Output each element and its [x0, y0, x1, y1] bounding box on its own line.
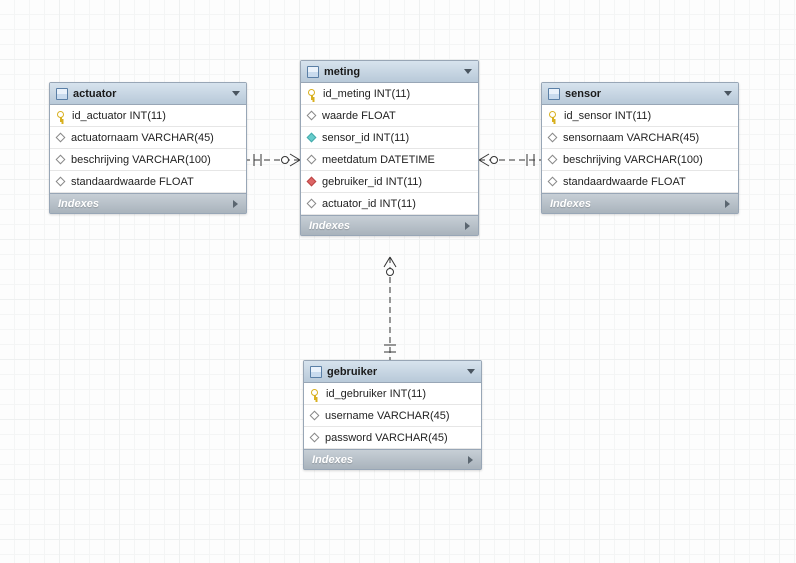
column-icon [307, 177, 317, 187]
table-meting[interactable]: meting id_meting INT(11) waarde FLOAT se… [300, 60, 479, 236]
indexes-label: Indexes [309, 220, 350, 232]
column-icon [310, 433, 320, 443]
column-row[interactable]: meetdatum DATETIME [301, 149, 478, 171]
table-icon [56, 88, 68, 100]
table-icon [307, 66, 319, 78]
table-icon [310, 366, 322, 378]
table-header-gebruiker[interactable]: gebruiker [304, 361, 481, 383]
indexes-label: Indexes [550, 198, 591, 210]
column-icon [310, 411, 320, 421]
column-row[interactable]: password VARCHAR(45) [304, 427, 481, 449]
column-label: username VARCHAR(45) [325, 410, 450, 422]
collapse-icon[interactable] [232, 91, 240, 96]
expand-icon [465, 222, 470, 230]
indexes-label: Indexes [312, 454, 353, 466]
expand-icon [468, 456, 473, 464]
column-row[interactable]: sensornaam VARCHAR(45) [542, 127, 738, 149]
primary-key-icon [56, 111, 66, 121]
column-label: id_actuator INT(11) [72, 110, 166, 122]
column-icon [56, 177, 66, 187]
column-label: standaardwaarde FLOAT [71, 176, 194, 188]
collapse-icon[interactable] [464, 69, 472, 74]
primary-key-icon [310, 389, 320, 399]
indexes-section[interactable]: Indexes [301, 215, 478, 235]
column-label: actuatornaam VARCHAR(45) [71, 132, 214, 144]
collapse-icon[interactable] [724, 91, 732, 96]
collapse-icon[interactable] [467, 369, 475, 374]
table-actuator[interactable]: actuator id_actuator INT(11) actuatornaa… [49, 82, 247, 214]
column-row[interactable]: actuatornaam VARCHAR(45) [50, 127, 246, 149]
column-row[interactable]: beschrijving VARCHAR(100) [542, 149, 738, 171]
column-icon [307, 155, 317, 165]
column-row[interactable]: id_meting INT(11) [301, 83, 478, 105]
column-row[interactable]: id_gebruiker INT(11) [304, 383, 481, 405]
column-row[interactable]: beschrijving VARCHAR(100) [50, 149, 246, 171]
table-header-meting[interactable]: meting [301, 61, 478, 83]
column-label: gebruiker_id INT(11) [322, 176, 422, 188]
column-label: password VARCHAR(45) [325, 432, 448, 444]
column-icon [56, 155, 66, 165]
column-row[interactable]: standaardwaarde FLOAT [50, 171, 246, 193]
column-icon [307, 111, 317, 121]
column-label: sensornaam VARCHAR(45) [563, 132, 699, 144]
column-label: sensor_id INT(11) [322, 132, 409, 144]
table-header-sensor[interactable]: sensor [542, 83, 738, 105]
column-label: id_sensor INT(11) [564, 110, 651, 122]
column-label: waarde FLOAT [322, 110, 396, 122]
column-icon [56, 133, 66, 143]
indexes-label: Indexes [58, 198, 99, 210]
column-row[interactable]: actuator_id INT(11) [301, 193, 478, 215]
table-header-actuator[interactable]: actuator [50, 83, 246, 105]
table-icon [548, 88, 560, 100]
table-title: sensor [565, 88, 724, 100]
primary-key-icon [548, 111, 558, 121]
primary-key-icon [307, 89, 317, 99]
expand-icon [233, 200, 238, 208]
column-icon [548, 177, 558, 187]
column-label: id_gebruiker INT(11) [326, 388, 426, 400]
table-title: meting [324, 66, 464, 78]
column-row[interactable]: waarde FLOAT [301, 105, 478, 127]
column-label: beschrijving VARCHAR(100) [563, 154, 703, 166]
table-sensor[interactable]: sensor id_sensor INT(11) sensornaam VARC… [541, 82, 739, 214]
indexes-section[interactable]: Indexes [304, 449, 481, 469]
column-icon [307, 199, 317, 209]
expand-icon [725, 200, 730, 208]
column-row[interactable]: id_actuator INT(11) [50, 105, 246, 127]
table-title: gebruiker [327, 366, 467, 378]
column-label: beschrijving VARCHAR(100) [71, 154, 211, 166]
column-row[interactable]: gebruiker_id INT(11) [301, 171, 478, 193]
indexes-section[interactable]: Indexes [542, 193, 738, 213]
column-row[interactable]: sensor_id INT(11) [301, 127, 478, 149]
column-icon [548, 155, 558, 165]
column-label: standaardwaarde FLOAT [563, 176, 686, 188]
column-label: id_meting INT(11) [323, 88, 410, 100]
column-icon [548, 133, 558, 143]
column-label: actuator_id INT(11) [322, 198, 416, 210]
column-row[interactable]: standaardwaarde FLOAT [542, 171, 738, 193]
column-row[interactable]: id_sensor INT(11) [542, 105, 738, 127]
indexes-section[interactable]: Indexes [50, 193, 246, 213]
column-label: meetdatum DATETIME [322, 154, 435, 166]
table-gebruiker[interactable]: gebruiker id_gebruiker INT(11) username … [303, 360, 482, 470]
column-icon [307, 133, 317, 143]
table-title: actuator [73, 88, 232, 100]
column-row[interactable]: username VARCHAR(45) [304, 405, 481, 427]
